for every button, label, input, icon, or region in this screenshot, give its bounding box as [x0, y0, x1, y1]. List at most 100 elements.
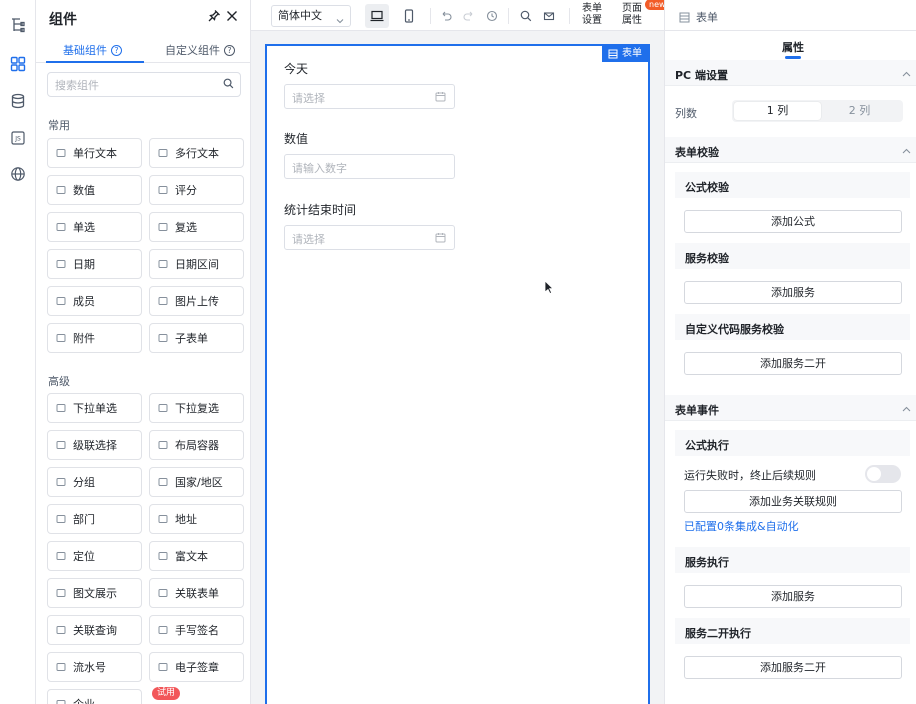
page-properties-button[interactable]: 页面属性: [621, 3, 643, 27]
form-container[interactable]: 表单 今天 请选择 数值 请输入数字 统计结束时间 请选择: [265, 44, 650, 704]
layout-icon: [158, 440, 168, 450]
subsection-title: 自定义代码服务校验: [685, 323, 784, 336]
component-item[interactable]: 国家/地区: [149, 467, 244, 497]
component-item[interactable]: 级联选择: [47, 430, 142, 460]
component-label: 关联查询: [73, 624, 117, 637]
component-item[interactable]: 布局容器: [149, 430, 244, 460]
properties-panel: 表单 属性 PC 端设置 列数 1 列 2 列 表单校验 公式校验 添加公式 服…: [664, 0, 916, 704]
globe-icon: [158, 477, 168, 487]
section-title-advanced: 高级: [48, 375, 70, 388]
section-pc-settings[interactable]: PC 端设置: [665, 60, 916, 86]
close-icon[interactable]: [225, 9, 239, 23]
component-item[interactable]: 单选: [47, 212, 142, 242]
component-item[interactable]: 成员: [47, 286, 142, 316]
outline-tree-icon[interactable]: [8, 15, 28, 35]
tab-custom-components[interactable]: 自定义组件 ?: [165, 42, 235, 58]
add-service-dev-button[interactable]: 添加服务二开: [684, 352, 902, 375]
js-code-icon[interactable]: JS: [8, 128, 28, 148]
desktop-icon: [370, 10, 384, 22]
serial-number-icon: [56, 662, 66, 672]
component-label: 图片上传: [175, 295, 219, 308]
component-label: 下拉复选: [175, 402, 219, 415]
add-service-execution-button[interactable]: 添加服务: [684, 585, 902, 608]
enterprise-icon: [56, 699, 66, 704]
component-item[interactable]: 下拉单选: [47, 393, 142, 423]
language-select[interactable]: 简体中文: [271, 5, 351, 27]
chevron-up-icon[interactable]: [902, 68, 911, 82]
columns-option-1[interactable]: 1 列: [734, 102, 821, 120]
component-item[interactable]: 手写签名: [149, 615, 244, 645]
component-item[interactable]: 下拉复选: [149, 393, 244, 423]
component-label: 子表单: [175, 332, 208, 345]
undo-button[interactable]: [434, 4, 458, 28]
end-time-date-input[interactable]: 请选择: [284, 225, 455, 250]
form-settings-button[interactable]: 表单设置: [581, 3, 603, 27]
tab-basic-components[interactable]: 基础组件 ?: [63, 42, 122, 58]
component-item[interactable]: 子表单: [149, 323, 244, 353]
image-upload-icon: [158, 296, 168, 306]
search-input[interactable]: [55, 77, 215, 93]
add-service-dev-execution-button[interactable]: 添加服务二开: [684, 656, 902, 679]
component-label: 评分: [175, 184, 197, 197]
section-form-events[interactable]: 表单事件: [665, 395, 916, 421]
component-item[interactable]: 多行文本: [149, 138, 244, 168]
svg-text:JS: JS: [14, 136, 21, 143]
configured-integration-link[interactable]: 已配置0条集成&自动化: [684, 518, 799, 534]
component-item[interactable]: 图片上传: [149, 286, 244, 316]
components-grid-icon[interactable]: [8, 54, 28, 74]
subsection-service-dev-execution: 服务二开执行: [675, 618, 910, 644]
stop-on-fail-toggle[interactable]: [865, 465, 901, 483]
component-item[interactable]: 分组: [47, 467, 142, 497]
subsection-title: 服务二开执行: [685, 627, 751, 640]
chevron-up-icon[interactable]: [902, 403, 911, 417]
toolbar-divider: [430, 8, 431, 24]
history-icon: [486, 10, 498, 22]
component-item[interactable]: 部门: [47, 504, 142, 534]
component-item[interactable]: 复选: [149, 212, 244, 242]
component-item[interactable]: 电子签章: [149, 652, 244, 682]
component-item[interactable]: 定位: [47, 541, 142, 571]
columns-option-2[interactable]: 2 列: [816, 102, 903, 120]
mobile-icon: [404, 9, 414, 23]
component-item[interactable]: 关联查询: [47, 615, 142, 645]
pin-icon[interactable]: [207, 9, 221, 23]
history-button[interactable]: [480, 4, 504, 28]
today-date-input[interactable]: 请选择: [284, 84, 455, 109]
mobile-view-button[interactable]: [397, 4, 421, 28]
component-item[interactable]: 评分: [149, 175, 244, 205]
add-formula-button[interactable]: 添加公式: [684, 210, 902, 233]
component-item[interactable]: 数值: [47, 175, 142, 205]
component-item[interactable]: 富文本: [149, 541, 244, 571]
checkbox-icon: [158, 222, 168, 232]
component-item[interactable]: 流水号: [47, 652, 142, 682]
chevron-up-icon[interactable]: [902, 145, 911, 159]
subsection-title: 公式执行: [685, 439, 729, 452]
tab-label: 基础组件: [63, 44, 107, 57]
globe-icon[interactable]: [8, 164, 28, 184]
component-item[interactable]: 图文展示: [47, 578, 142, 608]
subsection-formula-validation: 公式校验: [675, 172, 910, 198]
tab-properties[interactable]: 属性: [782, 39, 804, 55]
active-tab-indicator: [46, 61, 144, 63]
component-item[interactable]: 日期区间: [149, 249, 244, 279]
search-icon[interactable]: [223, 78, 234, 92]
component-item[interactable]: 日期: [47, 249, 142, 279]
component-item[interactable]: 关联表单: [149, 578, 244, 608]
message-button[interactable]: [537, 4, 561, 28]
desktop-view-button[interactable]: [365, 4, 389, 28]
component-item[interactable]: 地址: [149, 504, 244, 534]
component-label: 附件: [73, 332, 95, 345]
add-service-button[interactable]: 添加服务: [684, 281, 902, 304]
number-input[interactable]: 请输入数字: [284, 154, 455, 179]
mouse-cursor-icon: [544, 280, 554, 298]
data-source-icon[interactable]: [8, 91, 28, 111]
redo-button[interactable]: [457, 4, 481, 28]
component-item[interactable]: 附件: [47, 323, 142, 353]
add-business-rule-button[interactable]: 添加业务关联规则: [684, 490, 902, 513]
search-button[interactable]: [514, 4, 538, 28]
section-form-validation[interactable]: 表单校验: [665, 137, 916, 163]
component-item[interactable]: 企业: [47, 689, 142, 704]
component-item[interactable]: 单行文本: [47, 138, 142, 168]
component-label: 部门: [73, 513, 95, 526]
section-title-common: 常用: [48, 119, 70, 132]
